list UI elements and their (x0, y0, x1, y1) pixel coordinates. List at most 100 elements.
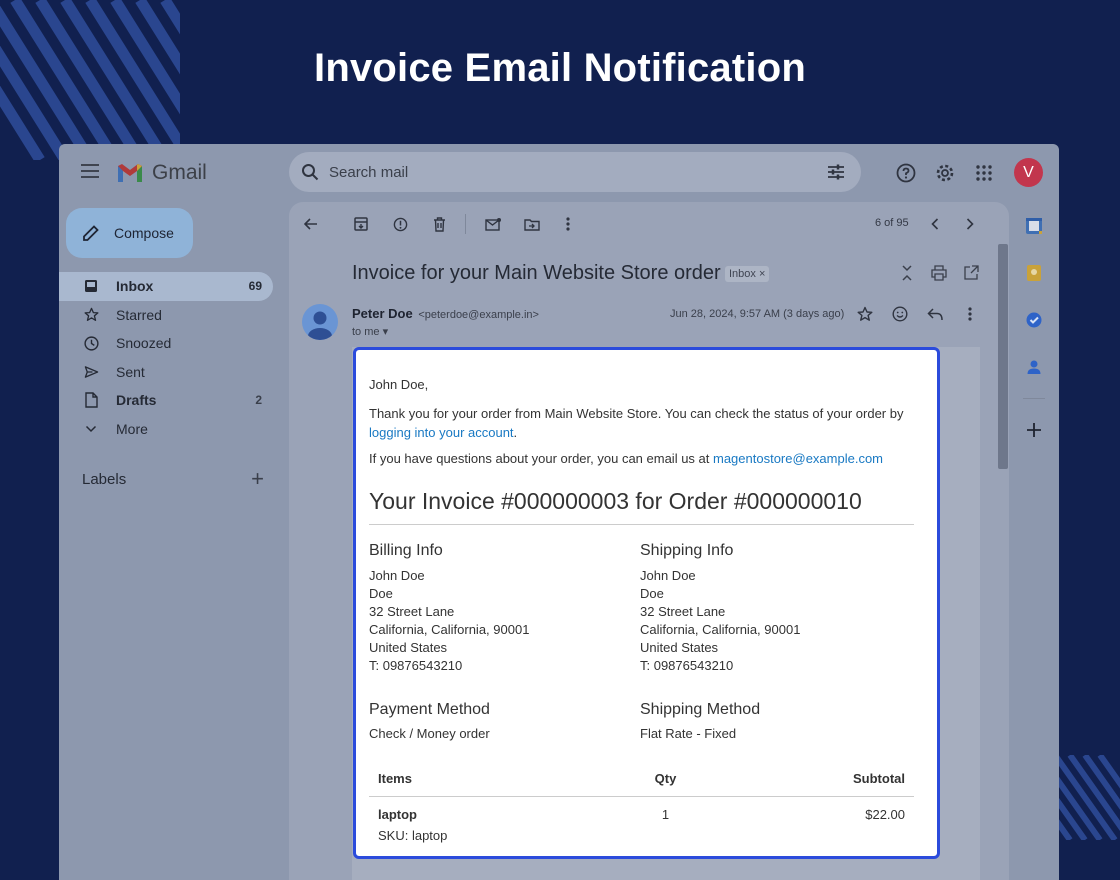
shipping-info: Shipping Info John Doe Doe 32 Street Lan… (640, 542, 911, 675)
clock-icon (83, 335, 99, 351)
sidebar-item-label: Sent (116, 363, 145, 380)
toolbar-divider (465, 214, 466, 234)
print-icon[interactable] (931, 265, 947, 281)
star-icon[interactable] (856, 305, 874, 323)
sidebar-item-label: More (116, 420, 148, 437)
sidebar-item-snoozed[interactable]: Snoozed (59, 329, 273, 358)
contacts-icon[interactable] (1024, 357, 1044, 377)
sidebar-item-sent[interactable]: Sent (59, 358, 273, 387)
chevron-right-icon[interactable] (961, 215, 979, 233)
gmail-header: Gmail Search mail V (59, 144, 1059, 202)
sender-avatar (302, 304, 338, 340)
items-table: Items Qty Subtotal laptop SKU: laptop 1 … (369, 763, 914, 843)
main-menu-icon[interactable] (81, 164, 99, 178)
delete-trash-icon[interactable] (430, 215, 448, 233)
item-sku: SKU: laptop (378, 828, 448, 843)
billing-info: Billing Info John Doe Doe 32 Street Lane… (369, 542, 640, 675)
report-spam-icon[interactable] (391, 215, 409, 233)
sidebar-item-more[interactable]: More (59, 415, 273, 444)
banner-title: Invoice Email Notification (314, 46, 806, 90)
inbox-label-chip[interactable]: Inbox × (725, 266, 770, 282)
add-label-icon[interactable]: + (251, 468, 264, 490)
shipping-line: Doe (640, 586, 664, 601)
account-login-link[interactable]: logging into your account (369, 425, 514, 440)
store-email-link[interactable]: magentostore@example.com (713, 451, 883, 466)
sender-name-text: Peter Doe (352, 306, 413, 321)
open-new-window-icon[interactable] (963, 265, 979, 281)
message-actions (856, 305, 979, 323)
message-date: Jun 28, 2024, 9:57 AM (3 days ago) (670, 308, 845, 320)
labels-title: Labels (82, 470, 127, 488)
sidebar-item-label: Drafts (116, 392, 157, 409)
decorative-stripes-bottom-right (1050, 755, 1120, 840)
pagination-count: 6 of 95 (875, 217, 909, 229)
questions-text: If you have questions about your order, … (369, 451, 713, 466)
payment-method: Payment Method Check / Money order (369, 701, 640, 741)
back-arrow-icon[interactable] (302, 215, 320, 233)
item-subtotal: $22.00 (865, 807, 905, 822)
keep-notes-icon[interactable] (1024, 263, 1044, 283)
shipping-line: United States (640, 640, 719, 655)
billing-line: T: 09876543210 (369, 658, 463, 673)
payment-value: Check / Money order (369, 726, 490, 741)
more-options-icon[interactable] (961, 305, 979, 323)
gmail-logo[interactable]: Gmail (116, 161, 207, 185)
email-greeting: John Doe, (369, 377, 429, 392)
shipping-line: T: 09876543210 (640, 658, 734, 673)
search-input[interactable] (329, 163, 789, 181)
mark-unread-icon[interactable] (484, 215, 502, 233)
thanks-end: . (513, 425, 518, 440)
table-row: laptop SKU: laptop 1 $22.00 (369, 797, 914, 843)
draft-count: 2 (255, 393, 262, 408)
sidebar-item-drafts[interactable]: Drafts 2 (59, 386, 273, 415)
search-icon[interactable] (301, 163, 319, 181)
reply-icon[interactable] (926, 305, 944, 323)
table-header-row: Items Qty Subtotal (369, 763, 914, 797)
account-tools: V (895, 158, 1043, 187)
more-options-icon[interactable] (559, 215, 577, 233)
column-header-items: Items (369, 763, 611, 797)
search-bar (289, 152, 861, 192)
archive-icon[interactable] (352, 215, 370, 233)
item-qty: 1 (661, 807, 670, 822)
send-icon (83, 364, 99, 380)
pencil-icon (83, 225, 99, 241)
recipient-details-toggle[interactable]: to me ▾ (352, 325, 388, 338)
sidebar-item-inbox[interactable]: Inbox 69 (59, 272, 273, 301)
gmail-m-icon (118, 164, 142, 182)
address-columns: Billing Info John Doe Doe 32 Street Lane… (369, 542, 914, 675)
sidebar-item-starred[interactable]: Starred (59, 301, 273, 330)
add-app-plus-icon[interactable] (1024, 420, 1044, 440)
billing-heading: Billing Info (369, 542, 443, 559)
sidebar-item-label: Inbox (116, 278, 154, 295)
search-options-icon[interactable] (827, 163, 845, 181)
compose-button[interactable]: Compose (66, 208, 193, 258)
thanks-paragraph: Thank you for your order from Main Websi… (369, 404, 914, 442)
account-avatar[interactable]: V (1014, 158, 1043, 187)
chevron-left-icon[interactable] (926, 215, 944, 233)
tasks-icon[interactable] (1024, 310, 1044, 330)
help-icon[interactable] (895, 162, 917, 184)
unread-count: 69 (248, 279, 262, 294)
method-columns: Payment Method Check / Money order Shipp… (369, 701, 914, 741)
item-cell: laptop SKU: laptop (369, 797, 611, 843)
apps-grid-icon[interactable] (973, 162, 995, 184)
shipping-method: Shipping Method Flat Rate - Fixed (640, 701, 911, 741)
labels-section: Labels + (82, 468, 264, 490)
calendar-icon[interactable] (1024, 216, 1044, 236)
side-panel-apps (1021, 216, 1047, 440)
draft-icon (83, 392, 99, 408)
sidebar-nav: Inbox 69 Starred Snoozed Sent Drafts 2 M… (59, 272, 273, 443)
scrollbar-thumb[interactable] (998, 244, 1008, 469)
move-to-folder-icon[interactable] (523, 215, 541, 233)
star-icon (83, 307, 99, 323)
message-toolbar: 6 of 95 (289, 202, 1009, 246)
collapse-icon[interactable] (899, 265, 915, 281)
chevron-down-icon (83, 421, 99, 437)
item-name: laptop (378, 807, 417, 822)
side-panel-divider (1023, 398, 1045, 399)
invoice-title: Your Invoice #000000003 for Order #00000… (369, 488, 914, 525)
email-content-card: John Doe, Thank you for your order from … (353, 347, 940, 859)
settings-gear-icon[interactable] (934, 162, 956, 184)
emoji-reaction-icon[interactable] (891, 305, 909, 323)
